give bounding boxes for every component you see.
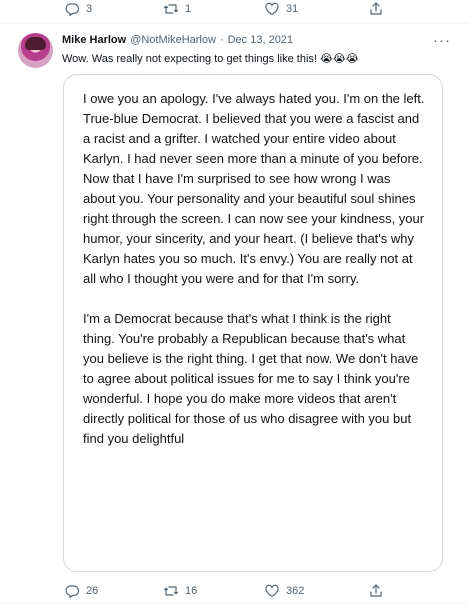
avatar-hair — [25, 37, 46, 50]
previous-like-button[interactable]: 31 — [264, 1, 298, 17]
author-handle[interactable]: @NotMikeHarlow — [130, 34, 216, 46]
share-icon — [370, 2, 382, 15]
share-button[interactable] — [368, 583, 384, 599]
previous-like-count: 31 — [286, 3, 299, 15]
retweet-icon — [164, 586, 178, 596]
more-icon[interactable]: ··· — [433, 32, 451, 49]
tweet-header: Mike Harlow @NotMikeHarlow · Dec 13, 202… — [62, 34, 293, 46]
reply-icon — [65, 3, 80, 16]
previous-reply-button[interactable]: 3 — [64, 1, 92, 17]
previous-reply-count: 3 — [86, 3, 93, 15]
like-count: 362 — [286, 585, 305, 597]
previous-retweet-count: 1 — [185, 3, 192, 15]
reply-icon — [65, 585, 80, 598]
author-name[interactable]: Mike Harlow — [62, 34, 126, 46]
reply-button[interactable]: 26 — [64, 583, 98, 599]
previous-tweet-actions: 3 1 31 — [0, 0, 469, 22]
tweet[interactable]: Mike Harlow @NotMikeHarlow · Dec 13, 202… — [0, 24, 469, 616]
heart-icon — [265, 584, 279, 597]
attached-message-image[interactable]: I owe you an apology. I've always hated … — [63, 74, 443, 572]
previous-share-button[interactable] — [368, 1, 384, 17]
avatar[interactable] — [18, 33, 53, 68]
retweet-button[interactable]: 16 — [163, 583, 197, 599]
previous-retweet-button[interactable]: 1 — [163, 1, 191, 17]
like-button[interactable]: 362 — [264, 583, 304, 599]
separator: · — [219, 34, 224, 46]
retweet-icon — [164, 4, 178, 14]
tweet-divider — [0, 603, 469, 604]
retweet-count: 16 — [185, 585, 198, 597]
tweet-text: Wow. Was really not expecting to get thi… — [62, 53, 359, 65]
message-paragraph-1: I owe you an apology. I've always hated … — [83, 91, 425, 286]
heart-icon — [265, 2, 279, 15]
share-icon — [370, 584, 382, 597]
message-paragraph-2: I'm a Democrat because that's what I thi… — [83, 311, 419, 446]
tweet-actions: 26 16 362 — [0, 581, 469, 604]
reply-count: 26 — [86, 585, 99, 597]
tweet-date[interactable]: Dec 13, 2021 — [228, 34, 293, 46]
attached-message-text: I owe you an apology. I've always hated … — [83, 89, 426, 469]
